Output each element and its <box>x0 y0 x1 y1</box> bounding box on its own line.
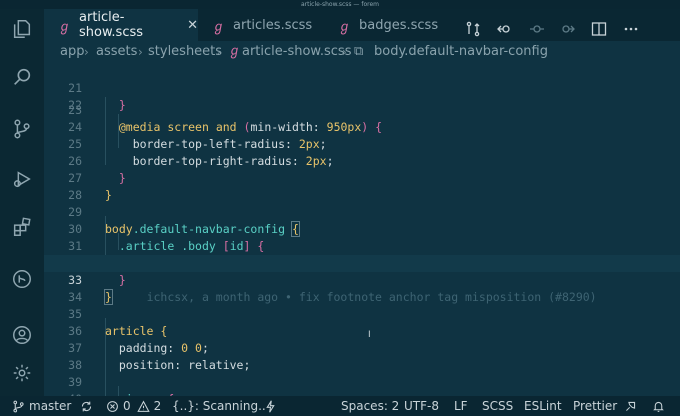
feedback-icon[interactable] <box>624 396 641 416</box>
code-line: 38 <box>68 358 82 372</box>
status-bar: master 0 2 {..}: Scanning.. Spaces: 2 UT… <box>0 396 680 416</box>
vscode-window: article-show.scss — forem ℊ article-show… <box>0 0 680 416</box>
chevron-right-icon: › <box>138 45 143 59</box>
settings-gear-icon[interactable] <box>10 361 34 385</box>
sass-icon: ℊ <box>228 44 242 59</box>
chevron-right-icon: › <box>84 45 89 59</box>
code-line: 35 article { <box>68 307 168 338</box>
code-line: 30 .article .body [id] { <box>68 222 265 253</box>
code-line: 26 } <box>68 154 126 185</box>
activity-bar <box>0 9 44 396</box>
code-line: 24 border-top-left-radius: 2px; <box>68 120 327 151</box>
tab-badges-scss[interactable]: ℊ badges.scss <box>324 9 454 41</box>
sync-icon <box>81 401 92 411</box>
lightning-icon[interactable] <box>264 396 281 416</box>
prettier-status[interactable]: Prettier <box>573 396 617 416</box>
code-line: 39 .image { <box>68 375 174 396</box>
breadcrumb-file[interactable]: article-show.scss <box>242 41 351 63</box>
breadcrumb-symbol[interactable]: body.default-navbar-config <box>374 41 548 63</box>
close-icon[interactable]: ✕ <box>187 18 198 33</box>
scanning-status[interactable]: {..}: Scanning.. <box>172 396 266 416</box>
code-line: 29 body.default-navbar-config { <box>68 205 300 237</box>
indentation-status[interactable]: Spaces: 2 <box>341 396 399 416</box>
code-line: 34 <box>68 290 82 304</box>
eol-status[interactable]: LF <box>454 396 468 416</box>
tab-articles-scss[interactable]: ℊ articles.scss <box>198 9 338 41</box>
breadcrumb-assets[interactable]: assets <box>96 41 137 63</box>
sass-icon: ℊ <box>58 19 72 35</box>
window-title: article-show.scss — forem <box>0 0 680 9</box>
language-status[interactable]: SCSS <box>482 396 513 416</box>
code-line: 32 } <box>68 256 126 287</box>
sync-status[interactable] <box>80 396 97 416</box>
notifications-bell-icon[interactable] <box>652 396 669 416</box>
code-line: 21 } <box>68 81 126 112</box>
tab-label: badges.scss <box>359 17 439 33</box>
breadcrumb-stylesheets[interactable]: stylesheets <box>148 41 222 63</box>
code-line: 31 scroll-margin-top: var(--header-heigh… <box>68 239 410 270</box>
problems-status[interactable]: 0 2 <box>106 396 161 416</box>
compare-changes-icon[interactable] <box>462 18 484 40</box>
symbol-icon: ⧉ <box>354 44 364 59</box>
next-change-icon[interactable] <box>556 18 578 40</box>
code-line: 37 position: relative; <box>68 341 251 372</box>
chevron-right-icon: › <box>342 45 347 59</box>
code-line: 25 border-top-right-radius: 2px; <box>68 137 334 168</box>
tab-article-show-scss[interactable]: ℊ article-show.scss ✕ <box>44 9 198 41</box>
explorer-icon[interactable] <box>10 17 34 41</box>
eslint-status[interactable]: ESLint <box>524 396 562 416</box>
breadcrumb: app › assets › stylesheets › ℊ article-s… <box>44 41 680 63</box>
code-line: 23 @media screen and (min-width: 950px) … <box>68 103 383 134</box>
code-editor[interactable]: 21 } 22 23 @media screen and (min-width:… <box>44 63 680 396</box>
code-line: 28 <box>68 188 82 202</box>
sass-icon: ℊ <box>338 19 352 35</box>
open-changes-icon[interactable] <box>494 18 516 40</box>
branch-status[interactable]: master <box>12 396 71 416</box>
text-cursor-icon: I <box>368 330 371 340</box>
timeline-icon[interactable] <box>526 18 548 40</box>
split-editor-icon[interactable] <box>588 18 610 40</box>
code-line: 40 position: relative; <box>44 374 680 396</box>
sass-icon: ℊ <box>212 19 226 35</box>
warning-icon <box>136 400 150 412</box>
account-icon[interactable] <box>10 323 34 347</box>
search-icon[interactable] <box>10 65 34 89</box>
breadcrumb-app[interactable]: app <box>60 41 84 63</box>
source-control-icon[interactable] <box>10 117 34 141</box>
code-line: 27 } <box>68 171 112 202</box>
extensions-icon[interactable] <box>10 215 34 239</box>
github-icon[interactable] <box>10 267 34 291</box>
editor-tabs: ℊ article-show.scss ✕ ℊ articles.scss ℊ … <box>44 9 680 41</box>
current-code-line: 33 } ichcsx, a month ago • fix footnote … <box>44 255 680 305</box>
git-branch-icon <box>13 400 24 412</box>
error-icon <box>107 400 118 412</box>
more-actions-icon[interactable] <box>620 18 642 40</box>
encoding-status[interactable]: UTF-8 <box>404 396 439 416</box>
code-line: 36 padding: 0 0; <box>68 324 209 355</box>
run-debug-icon[interactable] <box>10 167 34 191</box>
tab-label: articles.scss <box>233 17 313 33</box>
chevron-right-icon: › <box>216 45 221 59</box>
tab-label: article-show.scss <box>79 10 144 40</box>
